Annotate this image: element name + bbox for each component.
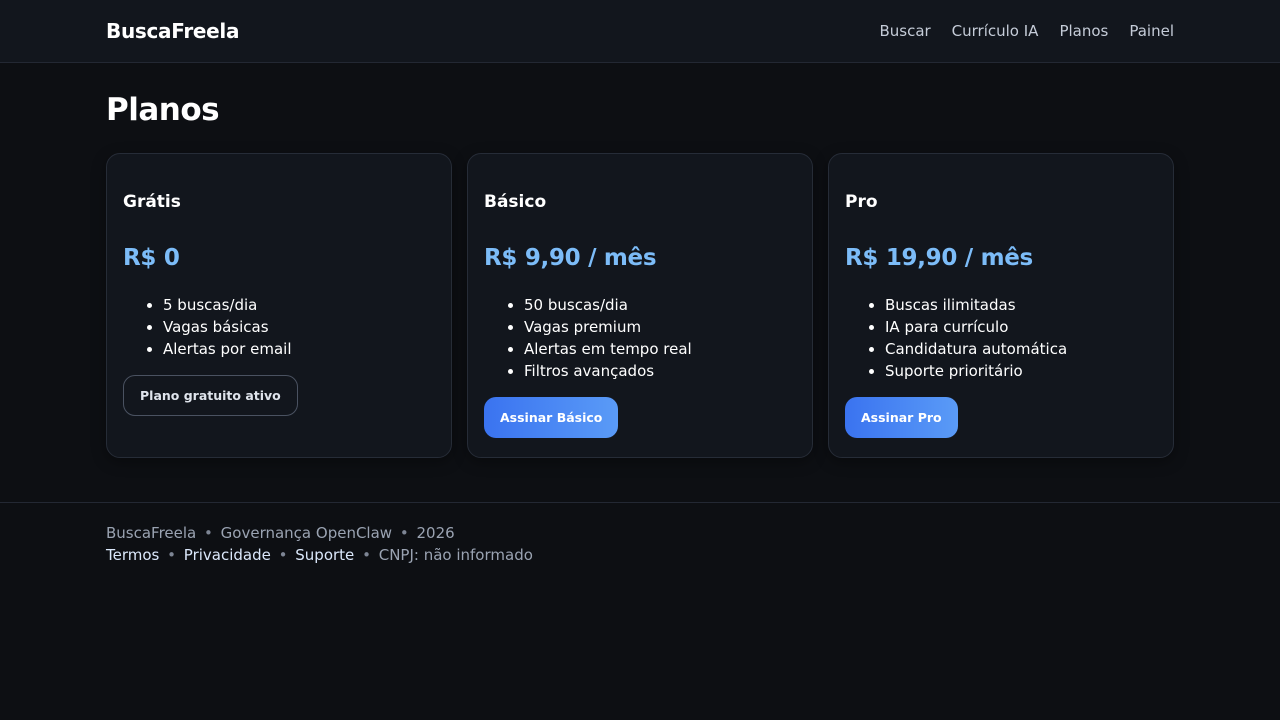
feature-item: Filtros avançados [524,360,796,382]
footer-governance: Governança OpenClaw [220,524,393,542]
feature-item: 50 buscas/dia [524,294,796,316]
site-footer: BuscaFreela • Governança OpenClaw • 2026… [0,502,1280,566]
plan-name: Grátis [123,192,181,212]
footer-separator: • [278,546,288,564]
nav-link-buscar[interactable]: Buscar [879,22,930,40]
plan-features: 5 buscas/dia Vagas básicas Alertas por e… [123,294,435,360]
footer-link-suporte[interactable]: Suporte [295,546,354,564]
feature-item: Vagas básicas [163,316,435,338]
plan-name: Básico [484,192,547,212]
footer-year: 2026 [416,524,455,542]
footer-credits: BuscaFreela • Governança OpenClaw • 2026 [106,522,1174,544]
plan-cards: Grátis R$ 0 5 buscas/dia Vagas básicas A… [106,153,1174,458]
brand-logo[interactable]: BuscaFreela [106,19,239,43]
top-navbar: BuscaFreela Buscar Currículo IA Planos P… [0,0,1280,63]
feature-item: IA para currículo [885,316,1157,338]
plan-price: R$ 19,90 / mês [845,245,1033,271]
feature-item: Candidatura automática [885,338,1157,360]
navbar-inner: BuscaFreela Buscar Currículo IA Planos P… [106,0,1174,62]
free-plan-active-button[interactable]: Plano gratuito ativo [123,375,298,416]
footer-brand: BuscaFreela [106,524,197,542]
nav-link-curriculo-ia[interactable]: Currículo IA [952,22,1039,40]
plan-name: Pro [845,192,878,212]
plan-features: 50 buscas/dia Vagas premium Alertas em t… [484,294,796,382]
plan-price: R$ 0 [123,245,180,271]
feature-item: Suporte prioritário [885,360,1157,382]
page-title: Planos [106,92,220,128]
plan-card-pro: Pro R$ 19,90 / mês Buscas ilimitadas IA … [828,153,1174,458]
footer-links: Termos • Privacidade • Suporte • CNPJ: n… [106,544,1174,566]
plan-features: Buscas ilimitadas IA para currículo Cand… [845,294,1157,382]
subscribe-basico-button[interactable]: Assinar Básico [484,397,619,438]
footer-link-privacidade[interactable]: Privacidade [184,546,271,564]
feature-item: Buscas ilimitadas [885,294,1157,316]
footer-separator: • [399,524,409,542]
footer-cnpj: CNPJ: não informado [378,546,533,564]
footer-separator: • [204,524,213,542]
footer-link-termos[interactable]: Termos [106,546,159,564]
main-content: Planos Grátis R$ 0 5 buscas/dia Vagas bá… [106,92,1174,458]
footer-inner: BuscaFreela • Governança OpenClaw • 2026… [106,503,1174,566]
plan-price: R$ 9,90 / mês [484,245,657,271]
feature-item: Alertas em tempo real [524,338,796,360]
nav-link-planos[interactable]: Planos [1059,22,1108,40]
feature-item: Alertas por email [163,338,435,360]
plan-card-gratis: Grátis R$ 0 5 buscas/dia Vagas básicas A… [106,153,452,458]
nav-link-painel[interactable]: Painel [1129,22,1174,40]
footer-separator: • [362,546,371,564]
feature-item: Vagas premium [524,316,796,338]
plan-card-basico: Básico R$ 9,90 / mês 50 buscas/dia Vagas… [467,153,813,458]
main-nav: Buscar Currículo IA Planos Painel [879,22,1174,40]
subscribe-pro-button[interactable]: Assinar Pro [845,397,958,438]
footer-separator: • [167,546,176,564]
feature-item: 5 buscas/dia [163,294,435,316]
